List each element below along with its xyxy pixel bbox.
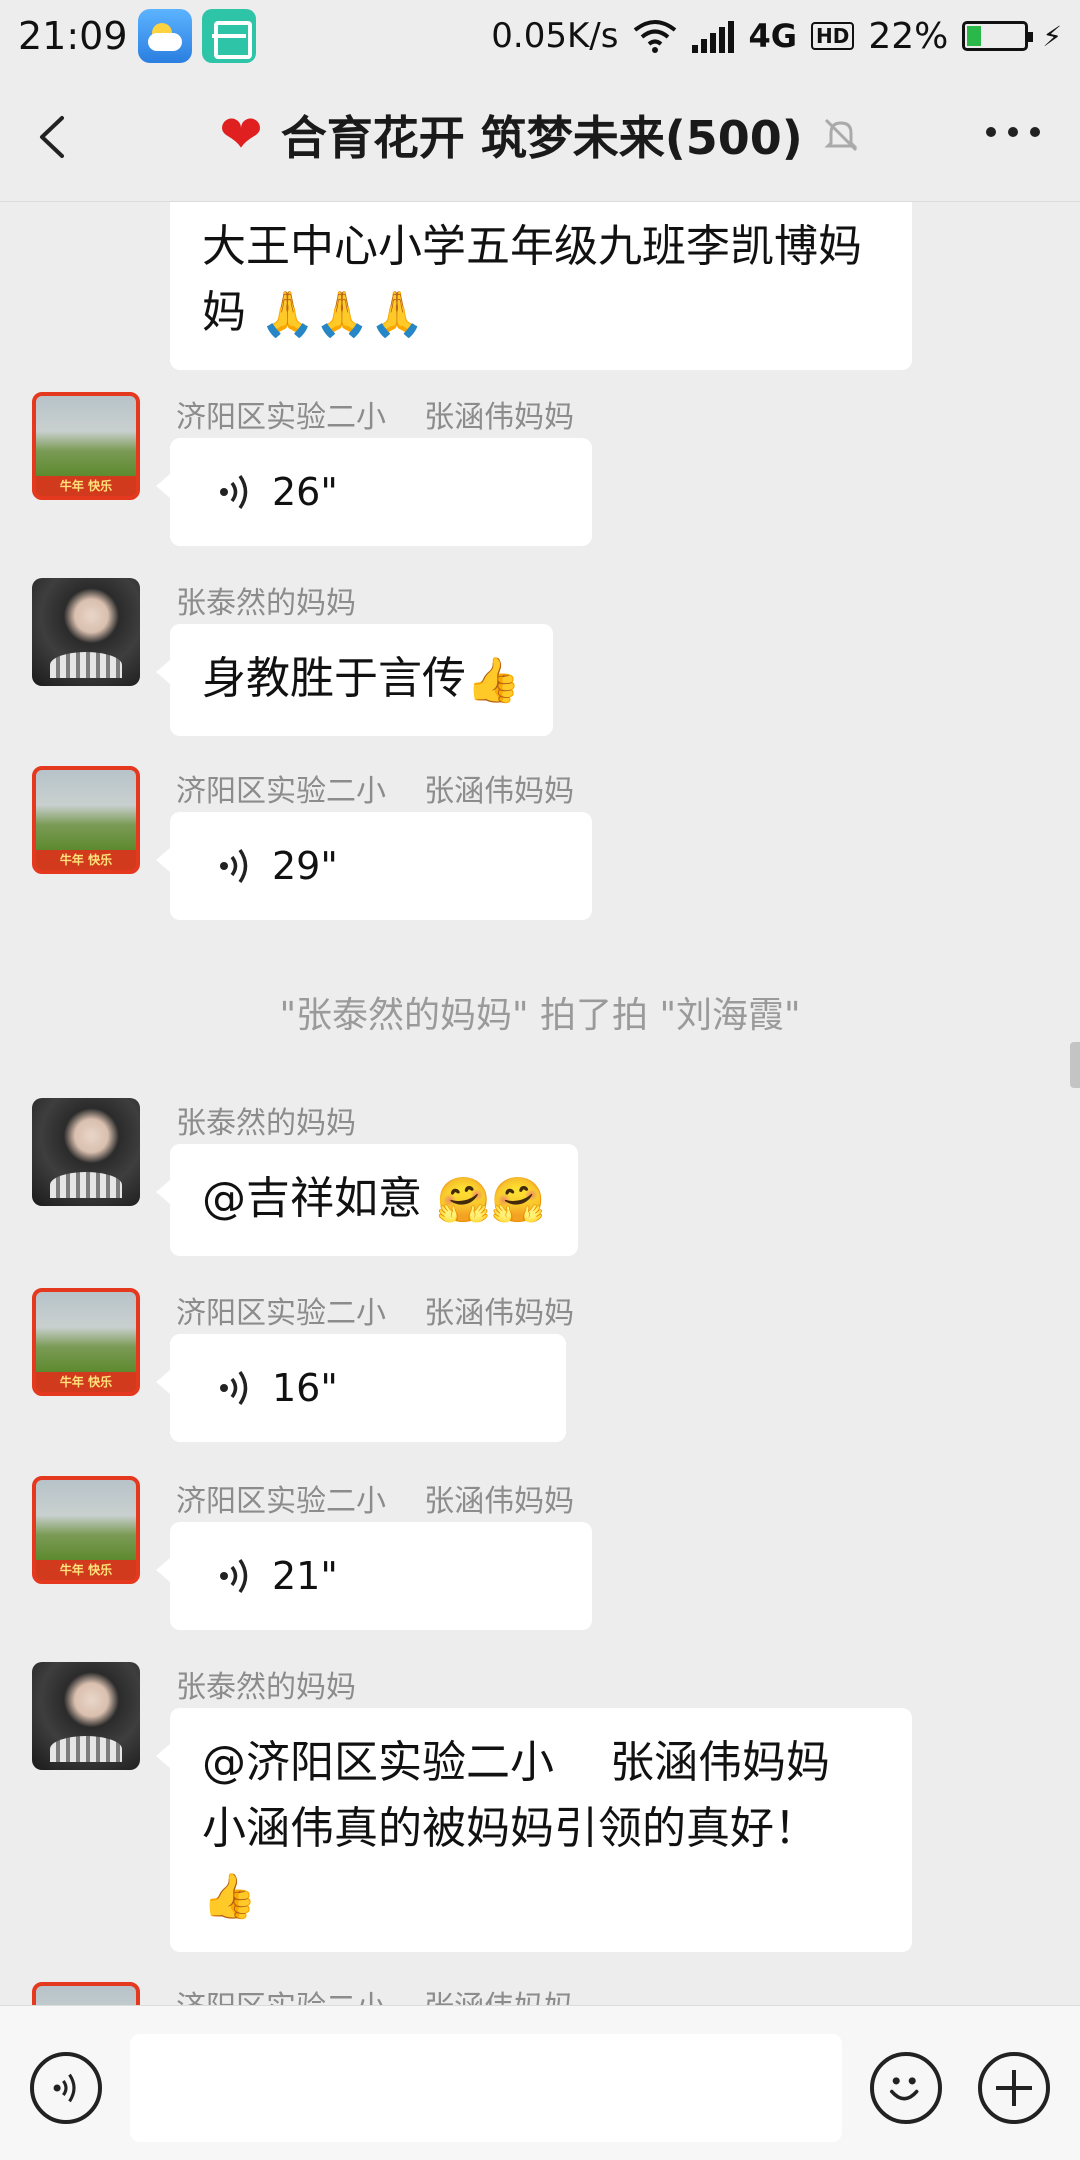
message-text: @吉祥如意 <box>202 1173 422 1224</box>
sender-name: 济阳区实验二小 张涵伟妈妈 <box>176 400 575 435</box>
message-text: 身教胜于言传 <box>202 653 466 704</box>
network-type: 4G <box>748 17 797 55</box>
chat-screen: 21:09 0.05K/s 4G HD 22% ⚡ ❤ 合育花开 筑梦未来(50… <box>0 0 1080 2160</box>
wifi-icon <box>634 20 677 53</box>
avatar[interactable]: 牛年 快乐 <box>32 1288 140 1396</box>
avatar[interactable] <box>32 1098 140 1206</box>
message-bubble[interactable]: @济阳区实验二小 张涵伟妈妈 小涵伟真的被妈妈引领的真好！ 👍 <box>156 1708 912 1952</box>
sender-name: 济阳区实验二小 张涵伟妈妈 <box>176 774 575 809</box>
avatar[interactable]: 牛年 快乐 <box>32 1982 140 2005</box>
message-bubble[interactable]: 大王中心小学五年级九班李凯博妈 妈 🙏🙏🙏 <box>170 202 912 370</box>
voice-wave-icon <box>220 1559 248 1593</box>
voice-message[interactable]: 16" <box>156 1334 566 1442</box>
sender-name: 济阳区实验二小 张涵伟妈妈 <box>176 1296 575 1331</box>
voice-message[interactable]: 21" <box>156 1522 592 1630</box>
input-bar <box>0 2005 1080 2160</box>
avatar[interactable] <box>32 1662 140 1770</box>
sender-name: 济阳区实验二小 张涵伟妈妈 <box>176 1484 575 1519</box>
voice-wave-icon <box>220 849 248 883</box>
group-name: 合育花开 筑梦未来(500) <box>280 111 803 165</box>
mute-icon <box>824 118 858 152</box>
signal-icon <box>692 19 735 53</box>
message-text: 妈 <box>202 287 246 338</box>
message-text: 大王中心小学五年级九班李凯博妈 <box>202 221 862 272</box>
weather-icon <box>137 9 192 63</box>
scan-icon <box>201 9 256 63</box>
hug-emoji: 🤗🤗 <box>436 1175 546 1226</box>
scrollbar-thumb[interactable] <box>1070 1042 1080 1088</box>
message-text: @济阳区实验二小 张涵伟妈妈 <box>202 1737 830 1788</box>
voice-input-button[interactable] <box>30 2052 102 2124</box>
voice-wave-icon <box>220 1371 248 1405</box>
message-list[interactable]: 大王中心小学五年级九班李凯博妈 妈 🙏🙏🙏 牛年 快乐 济阳区实验二小 张涵伟妈… <box>0 202 1080 2005</box>
thumbs-up-emoji: 👍 <box>466 655 521 706</box>
pray-emoji: 🙏🙏🙏 <box>260 289 425 340</box>
more-options-button[interactable] <box>986 127 1040 137</box>
sender-name: 济阳区实验二小 张涵伟妈妈 <box>176 1982 574 2005</box>
voice-wave-icon <box>220 475 248 509</box>
voice-duration: 16" <box>272 1366 338 1410</box>
heart-icon: ❤ <box>219 105 263 165</box>
status-bar: 21:09 0.05K/s 4G HD 22% ⚡ <box>0 0 1080 72</box>
sender-name: 张泰然的妈妈 <box>176 1670 356 1705</box>
emoji-button[interactable] <box>870 2052 942 2124</box>
message-bubble[interactable]: @吉祥如意 🤗🤗 <box>156 1144 578 1256</box>
chat-header: ❤ 合育花开 筑梦未来(500) <box>0 72 1080 202</box>
battery-percent: 22% <box>868 15 949 57</box>
more-functions-button[interactable] <box>978 2052 1050 2124</box>
status-time: 21:09 <box>18 14 128 58</box>
voice-message[interactable]: 26" <box>156 438 592 546</box>
network-speed: 0.05K/s <box>491 16 619 56</box>
charging-icon: ⚡ <box>1042 19 1062 53</box>
message-bubble[interactable]: 身教胜于言传👍 <box>156 624 553 736</box>
thumbs-up-emoji: 👍 <box>202 1871 257 1922</box>
voice-message[interactable]: 29" <box>156 812 592 920</box>
chat-title: ❤ 合育花开 筑梦未来(500) <box>0 102 1080 168</box>
voice-duration: 26" <box>272 470 338 514</box>
voice-duration: 21" <box>272 1554 338 1598</box>
voice-duration: 29" <box>272 844 338 888</box>
battery-fill <box>967 26 981 46</box>
system-message: "张泰然的妈妈" 拍了拍 "刘海霞" <box>279 995 801 1036</box>
hd-icon: HD <box>810 22 855 50</box>
sender-name: 张泰然的妈妈 <box>176 586 356 621</box>
avatar[interactable] <box>32 578 140 686</box>
message-input[interactable] <box>130 2034 842 2142</box>
avatar[interactable]: 牛年 快乐 <box>32 766 140 874</box>
avatar[interactable]: 牛年 快乐 <box>32 392 140 500</box>
message-text: 小涵伟真的被妈妈引领的真好！ <box>202 1803 818 1854</box>
avatar[interactable]: 牛年 快乐 <box>32 1476 140 1584</box>
battery-icon <box>962 21 1034 51</box>
sender-name: 张泰然的妈妈 <box>176 1106 356 1141</box>
